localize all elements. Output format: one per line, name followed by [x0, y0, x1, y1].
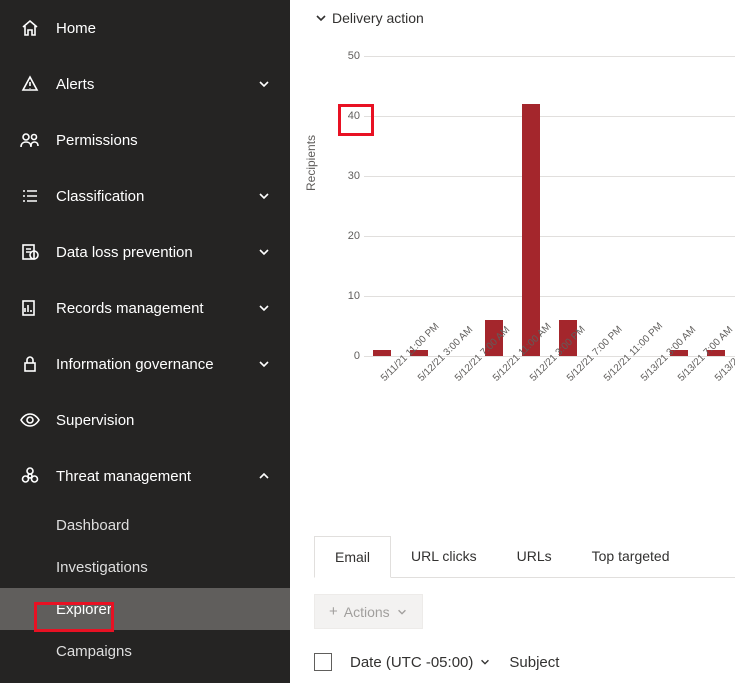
sidebar-item-classification[interactable]: Classification	[0, 168, 290, 224]
tab-url-clicks[interactable]: URL clicks	[391, 536, 497, 577]
chart-ylabel: Recipients	[304, 135, 318, 191]
column-date[interactable]: Date (UTC -05:00)	[350, 654, 491, 671]
result-tabs: Email URL clicks URLs Top targeted	[314, 536, 735, 578]
sidebar-sub-label: Explorer	[56, 601, 112, 618]
sidebar-item-label: Home	[56, 20, 274, 37]
sidebar-item-permissions[interactable]: Permissions	[0, 112, 290, 168]
sidebar-item-label: Threat management	[56, 468, 254, 485]
recipients-chart: Recipients 5/11/21 11:00 PM5/12/21 3:00 …	[314, 56, 735, 436]
sidebar-item-supervision[interactable]: Supervision	[0, 392, 290, 448]
collapse-delivery-action[interactable]: Delivery action	[314, 10, 735, 26]
tab-top-targeted[interactable]: Top targeted	[572, 536, 690, 577]
chevron-down-icon	[254, 301, 274, 315]
dlp-icon	[16, 243, 44, 261]
ytick: 20	[338, 230, 360, 242]
ytick: 10	[338, 290, 360, 302]
sidebar-item-records[interactable]: Records management	[0, 280, 290, 336]
sidebar-item-threat[interactable]: Threat management	[0, 448, 290, 504]
sidebar-sub-explorer[interactable]: Explorer	[0, 588, 290, 630]
sidebar-sub-label: Dashboard	[56, 517, 129, 534]
select-all-checkbox[interactable]	[314, 653, 332, 671]
bar[interactable]	[373, 350, 391, 356]
chart-xlabels: 5/11/21 11:00 PM5/12/21 3:00 AM5/12/21 7…	[364, 366, 735, 436]
classification-icon	[16, 187, 44, 205]
ytick: 50	[338, 50, 360, 62]
chevron-down-icon	[254, 189, 274, 203]
sidebar-item-label: Classification	[56, 188, 254, 205]
sidebar-item-label: Supervision	[56, 412, 274, 429]
home-icon	[16, 19, 44, 37]
chart-bars	[364, 56, 735, 356]
alert-icon	[16, 75, 44, 93]
sidebar-item-label: Data loss prevention	[56, 244, 254, 261]
sidebar-sub-label: Investigations	[56, 559, 148, 576]
chevron-down-icon	[396, 606, 408, 618]
sidebar-item-label: Information governance	[56, 356, 254, 373]
sidebar-sub-dashboard[interactable]: Dashboard	[0, 504, 290, 546]
lock-icon	[16, 355, 44, 373]
tab-urls[interactable]: URLs	[497, 536, 572, 577]
sidebar-sub-label: Campaigns	[56, 643, 132, 660]
tab-email[interactable]: Email	[314, 536, 391, 578]
permissions-icon	[16, 131, 44, 149]
ytick: 30	[338, 170, 360, 182]
ytick: 40	[338, 110, 360, 122]
biohazard-icon	[16, 467, 44, 485]
sidebar: Home Alerts Permissions Classification	[0, 0, 290, 683]
chevron-down-icon	[254, 357, 274, 371]
column-label: Subject	[509, 654, 559, 671]
column-subject[interactable]: Subject	[509, 654, 559, 671]
plus-icon: +	[329, 603, 338, 620]
records-icon	[16, 299, 44, 317]
sidebar-item-alerts[interactable]: Alerts	[0, 56, 290, 112]
bar[interactable]	[522, 104, 540, 356]
chevron-down-icon	[254, 77, 274, 91]
actions-label: Actions	[344, 604, 390, 620]
actions-button[interactable]: + Actions	[314, 594, 423, 629]
sidebar-sub-investigations[interactable]: Investigations	[0, 546, 290, 588]
sidebar-item-label: Records management	[56, 300, 254, 317]
sidebar-item-dlp[interactable]: Data loss prevention	[0, 224, 290, 280]
ytick: 0	[338, 350, 360, 362]
table-header: Date (UTC -05:00) Subject	[314, 653, 735, 671]
sidebar-item-infogov[interactable]: Information governance	[0, 336, 290, 392]
sidebar-sub-campaigns[interactable]: Campaigns	[0, 630, 290, 672]
sidebar-item-label: Permissions	[56, 132, 274, 149]
chevron-up-icon	[254, 469, 274, 483]
chevron-down-icon	[254, 245, 274, 259]
sidebar-item-home[interactable]: Home	[0, 0, 290, 56]
sidebar-item-label: Alerts	[56, 76, 254, 93]
main-content: Delivery action Recipients 5/11/21 11:00…	[290, 0, 735, 683]
chevron-down-icon	[314, 11, 332, 25]
collapse-label: Delivery action	[332, 10, 424, 26]
column-label: Date (UTC -05:00)	[350, 654, 473, 671]
eye-icon	[16, 411, 44, 429]
chevron-down-icon	[479, 656, 491, 668]
